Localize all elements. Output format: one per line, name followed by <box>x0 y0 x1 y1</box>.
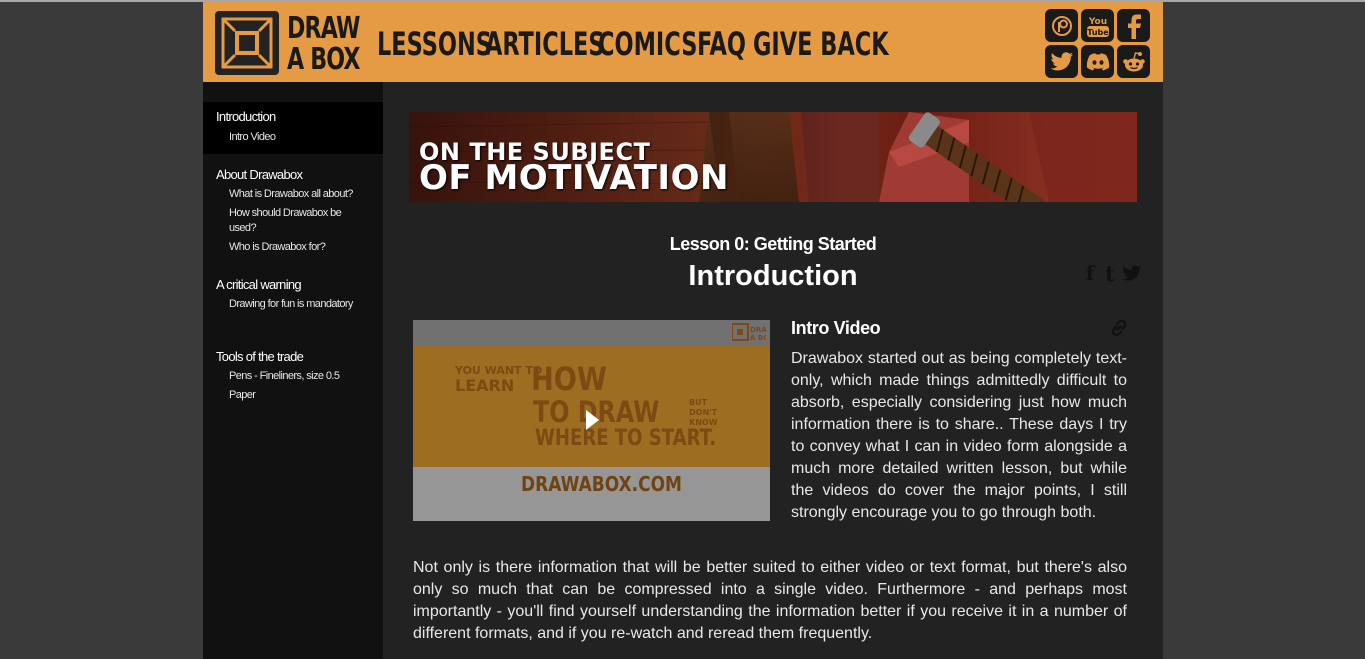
sidebar-item-what-is-drawabox[interactable]: What is Drawabox all about? <box>229 187 357 202</box>
sidebar-item-pens[interactable]: Pens - Fineliners, size 0.5 <box>229 369 357 384</box>
nav-comics[interactable]: COMICS <box>598 24 697 64</box>
patreon-icon[interactable] <box>1045 9 1078 42</box>
page: DRAW A BOX LESSONS ARTICLES COMICS FAQ G… <box>203 2 1163 659</box>
svg-text:You: You <box>1087 17 1106 27</box>
banner-title-line-2: OF MOTIVATION <box>419 158 729 198</box>
sidebar-section-warning: A critical warning Drawing for fun is ma… <box>203 277 383 312</box>
svg-text:Tube: Tube <box>1087 28 1109 37</box>
intro-video-player[interactable]: DRAWA BOX YOU WANT TO LEARN HOW TO DRAW … <box>413 320 770 521</box>
reddit-icon[interactable] <box>1117 45 1150 78</box>
logo-text: DRAW A BOX <box>287 13 360 75</box>
sidebar-section-about: About Drawabox What is Drawabox all abou… <box>203 167 383 255</box>
sidebar-section-tools: Tools of the trade Pens - Fineliners, si… <box>203 349 383 403</box>
nav-lessons[interactable]: LESSONS <box>377 24 492 64</box>
logo-cube-icon <box>215 11 279 75</box>
section-paragraph-2: Not only is there information that will … <box>413 559 1127 642</box>
sidebar-item-who-for[interactable]: Who is Drawabox for? <box>229 240 357 255</box>
sidebar-item-intro-video[interactable]: Intro Video <box>229 130 357 145</box>
play-button-icon[interactable] <box>561 396 621 444</box>
sidebar: Introduction Intro Video About Drawabox … <box>203 82 383 659</box>
sidebar-item-drawing-for-fun[interactable]: Drawing for fun is mandatory <box>229 297 357 312</box>
logo-line-1: DRAW <box>287 11 360 46</box>
lesson-banner: ON THE SUBJECT OF MOTIVATION <box>409 112 1137 202</box>
section-title: Intro Video <box>791 318 881 338</box>
nav-faq[interactable]: FAQ <box>697 24 746 64</box>
nav-give-back[interactable]: GIVE BACK <box>753 24 889 64</box>
site-header: DRAW A BOX LESSONS ARTICLES COMICS FAQ G… <box>203 2 1163 82</box>
page-title: Introduction <box>688 260 858 292</box>
social-links: You Tube <box>1045 9 1151 79</box>
sidebar-heading-tools[interactable]: Tools of the trade <box>203 349 383 365</box>
sidebar-item-paper[interactable]: Paper <box>229 388 357 403</box>
discord-icon[interactable] <box>1081 45 1114 78</box>
share-tumblr-icon[interactable]: t <box>1099 261 1121 286</box>
share-twitter-icon[interactable] <box>1121 262 1143 284</box>
sidebar-item-how-used[interactable]: How should Drawabox be used? <box>229 206 357 236</box>
sidebar-heading-about[interactable]: About Drawabox <box>203 167 383 183</box>
logo-line-2: A BOX <box>287 42 360 77</box>
sidebar-heading-introduction[interactable]: Introduction <box>203 102 383 125</box>
section-link-icon[interactable] <box>1109 318 1129 338</box>
sidebar-heading-warning[interactable]: A critical warning <box>203 277 383 293</box>
share-links: f t <box>1079 261 1145 286</box>
share-facebook-icon[interactable]: f <box>1079 261 1101 285</box>
facebook-icon[interactable] <box>1117 9 1150 42</box>
lesson-subtitle: Lesson 0: Getting Started <box>669 234 877 254</box>
sidebar-section-introduction: Introduction Intro Video <box>203 102 383 154</box>
section-paragraph-1: Drawabox started out as being completely… <box>791 350 1127 521</box>
nav-articles[interactable]: ARTICLES <box>485 24 605 64</box>
main-content: ON THE SUBJECT OF MOTIVATION Lesson 0: G… <box>383 82 1163 659</box>
twitter-icon[interactable] <box>1045 45 1078 78</box>
youtube-icon[interactable]: You Tube <box>1081 9 1114 42</box>
site-logo[interactable]: DRAW A BOX <box>215 11 360 76</box>
